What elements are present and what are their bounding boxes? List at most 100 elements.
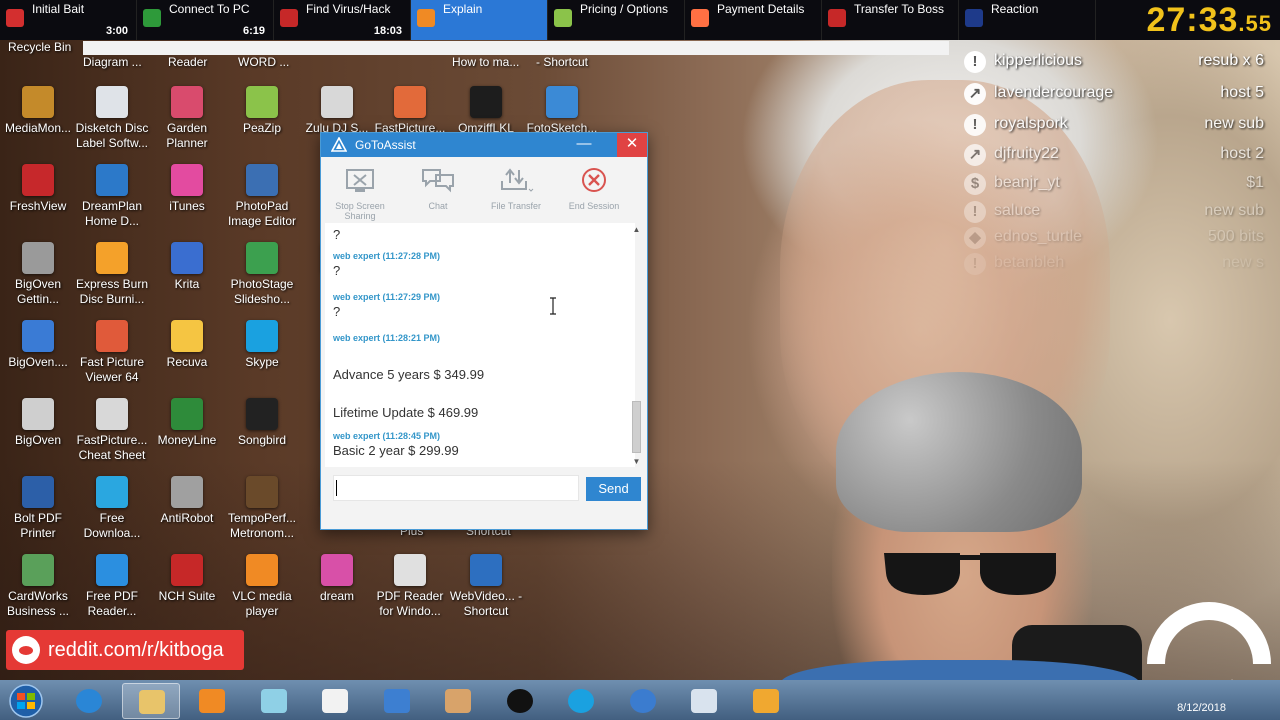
desktop-icon[interactable]: MoneyLine bbox=[149, 398, 225, 448]
desktop-icon[interactable]: Recuva bbox=[149, 320, 225, 370]
desktop-icon[interactable]: Skype bbox=[224, 320, 300, 370]
file-transfer-button[interactable]: File Transfer bbox=[477, 157, 555, 221]
desktop-icon[interactable]: OmziffLKL bbox=[448, 86, 524, 136]
chat-icon bbox=[422, 169, 454, 193]
chat-button[interactable]: Chat bbox=[399, 157, 477, 221]
desktop-icon-label: Express Burn Disc Burni... bbox=[75, 277, 149, 306]
calc-icon bbox=[691, 689, 717, 713]
desktop-icon-label: iTunes bbox=[169, 199, 205, 213]
chat-input[interactable] bbox=[333, 475, 579, 501]
desktop-label-recycle-bin[interactable]: Recycle Bin bbox=[8, 40, 71, 54]
input-caret bbox=[336, 480, 337, 496]
text-cursor-icon bbox=[550, 297, 556, 315]
desktop-icon[interactable]: PeaZip bbox=[224, 86, 300, 136]
desktop-icon[interactable]: Krita bbox=[149, 242, 225, 292]
desktop-icon[interactable]: AntiRobot bbox=[149, 476, 225, 526]
window-strip bbox=[83, 41, 949, 55]
desktop-icon[interactable]: PhotoPad Image Editor bbox=[224, 164, 300, 229]
desktop-icon[interactable]: MediaMon... bbox=[0, 86, 76, 136]
taskbar-app-globe[interactable] bbox=[614, 683, 672, 719]
desktop-label-reader[interactable]: Reader bbox=[168, 55, 207, 69]
desktop-icon[interactable]: FotoSketch... bbox=[524, 86, 600, 136]
desktop-icon[interactable]: FreshView bbox=[0, 164, 76, 214]
scroll-down-icon[interactable]: ▼ bbox=[631, 457, 642, 467]
taskbar-app-game[interactable] bbox=[429, 683, 487, 719]
app-icon bbox=[96, 242, 128, 274]
taskbar-clock[interactable]: 8/12/2018 bbox=[1177, 702, 1226, 714]
desktop-label-shortcut[interactable]: - Shortcut bbox=[536, 55, 588, 69]
chat-message-text: ? bbox=[333, 227, 341, 242]
desktop-icon-label: PeaZip bbox=[242, 121, 282, 135]
desktop-label-how-to[interactable]: How to ma... bbox=[452, 55, 519, 69]
start-button-icon[interactable] bbox=[4, 684, 48, 718]
gotoassist-titlebar[interactable]: GoToAssist — ✕ bbox=[321, 133, 647, 157]
taskbar-app-misc[interactable] bbox=[737, 683, 795, 719]
desktop-icon[interactable]: BigOven Gettin... bbox=[0, 242, 76, 307]
desktop-icon[interactable]: DreamPlan Home D... bbox=[74, 164, 150, 229]
minimize-button[interactable]: — bbox=[569, 133, 599, 157]
desktop-icon[interactable]: Fast Picture Viewer 64 bbox=[74, 320, 150, 385]
taskbar-app-app-blue[interactable] bbox=[245, 683, 303, 719]
event-item: ! saluce new sub bbox=[964, 198, 1276, 226]
taskbar-app-solitaire[interactable] bbox=[306, 683, 364, 719]
taskbar-app-dell[interactable] bbox=[491, 683, 549, 719]
event-icon: ↗ bbox=[964, 83, 986, 105]
desktop-icon[interactable]: Garden Planner bbox=[149, 86, 225, 151]
desktop-icon[interactable]: dream bbox=[299, 554, 375, 604]
taskbar-app-docs[interactable] bbox=[368, 683, 426, 719]
close-button[interactable]: ✕ bbox=[617, 133, 647, 157]
scroll-thumb[interactable] bbox=[632, 401, 641, 453]
desktop-icon[interactable]: iTunes bbox=[149, 164, 225, 214]
desktop-icon[interactable]: Free PDF Reader... bbox=[74, 554, 150, 619]
event-item: ! royalspork new sub bbox=[964, 111, 1276, 139]
chat-scrollbar[interactable]: ▲ ▼ bbox=[631, 225, 642, 467]
app-icon bbox=[246, 398, 278, 430]
desktop-icon-label: PhotoPad Image Editor bbox=[227, 199, 297, 228]
taskbar-app-skype[interactable] bbox=[552, 683, 610, 719]
event-type: host 2 bbox=[1220, 145, 1264, 162]
desktop-icon[interactable]: Songbird bbox=[224, 398, 300, 448]
desktop-icon[interactable]: Free Downloa... bbox=[74, 476, 150, 541]
desktop-icon-label: FastPicture... Cheat Sheet bbox=[76, 433, 148, 462]
reddit-badge: reddit.com/r/kitboga bbox=[6, 630, 244, 670]
taskbar-app-media[interactable] bbox=[183, 683, 241, 719]
desktop-icon[interactable]: Zulu DJ S... bbox=[299, 86, 375, 136]
desktop-label-word[interactable]: WORD ... bbox=[238, 55, 289, 69]
desktop-icon[interactable]: Bolt PDF Printer bbox=[0, 476, 76, 541]
scroll-up-icon[interactable]: ▲ bbox=[631, 225, 642, 235]
app-icon bbox=[96, 86, 128, 118]
segment-icon bbox=[965, 9, 983, 27]
desktop-icon[interactable]: BigOven.... bbox=[0, 320, 76, 370]
desktop-icon[interactable]: Express Burn Disc Burni... bbox=[74, 242, 150, 307]
taskbar-app-calc[interactable] bbox=[675, 683, 733, 719]
desktop-icon[interactable]: PhotoStage Slidesho... bbox=[224, 242, 300, 307]
desktop-icon[interactable]: PDF Reader for Windo... bbox=[372, 554, 448, 619]
stop-screen-sharing-button[interactable]: Stop Screen Sharing bbox=[321, 157, 399, 221]
desktop-icon[interactable]: FastPicture... bbox=[372, 86, 448, 136]
desktop-icon-label: PhotoStage Slidesho... bbox=[230, 277, 294, 306]
gotoassist-title: GoToAssist bbox=[355, 138, 416, 152]
send-button[interactable]: Send bbox=[586, 477, 641, 501]
desktop-icon[interactable]: TempoPerf... Metronom... bbox=[224, 476, 300, 541]
desktop-icon-label: Disketch Disc Label Softw... bbox=[75, 121, 149, 150]
desktop-icon[interactable]: VLC media player bbox=[224, 554, 300, 619]
desktop-icon[interactable]: CardWorks Business ... bbox=[0, 554, 76, 619]
taskbar-app-ie[interactable] bbox=[60, 683, 118, 719]
taskbar-app-explorer[interactable] bbox=[121, 683, 180, 719]
stream-segment: Explain bbox=[411, 0, 548, 40]
timer-main: 27:33 bbox=[1146, 1, 1239, 39]
segment-label: Pricing / Options bbox=[580, 2, 669, 16]
app-icon bbox=[246, 164, 278, 196]
desktop-icon[interactable]: NCH Suite bbox=[149, 554, 225, 604]
stream-timer: 27:33.55 bbox=[1146, 1, 1272, 40]
desktop-icon[interactable]: FastPicture... Cheat Sheet bbox=[74, 398, 150, 463]
segment-icon bbox=[691, 9, 709, 27]
desktop-icon[interactable]: Disketch Disc Label Softw... bbox=[74, 86, 150, 151]
event-type: new s bbox=[1222, 254, 1264, 271]
globe-icon bbox=[629, 689, 656, 713]
desktop-icon[interactable]: WebVideo... - Shortcut bbox=[448, 554, 524, 619]
end-session-button[interactable]: End Session bbox=[555, 157, 633, 221]
segment-icon bbox=[6, 9, 24, 27]
desktop-label-diagram[interactable]: Diagram ... bbox=[83, 55, 142, 69]
desktop-icon[interactable]: BigOven bbox=[0, 398, 76, 448]
